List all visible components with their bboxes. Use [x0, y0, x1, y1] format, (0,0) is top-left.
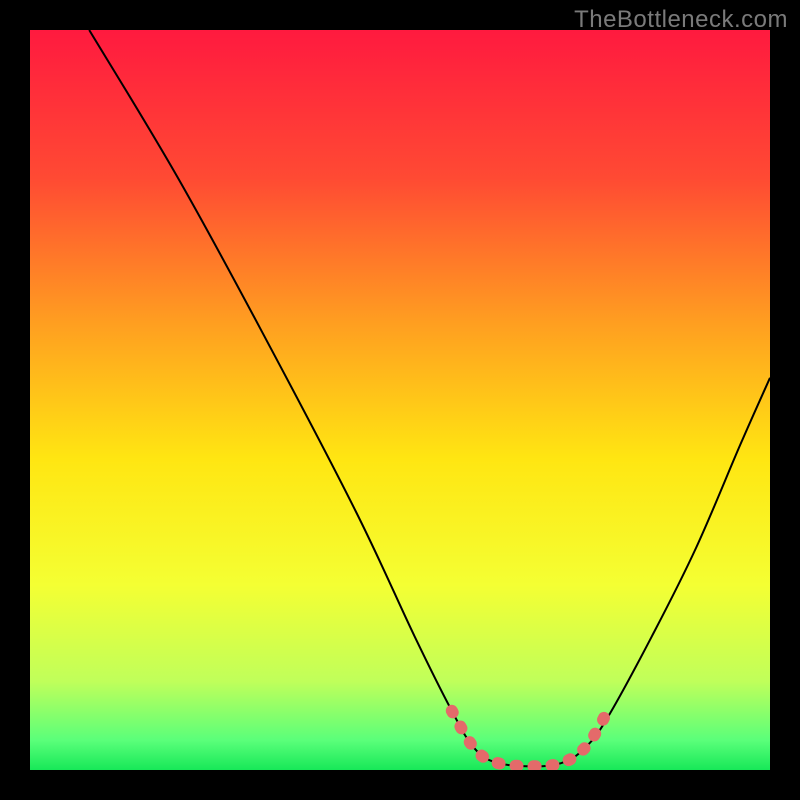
watermark-text: TheBottleneck.com: [574, 6, 788, 34]
bottleneck-chart: [30, 30, 770, 770]
gradient-background: [30, 30, 770, 770]
chart-container: TheBottleneck.com: [0, 0, 800, 800]
